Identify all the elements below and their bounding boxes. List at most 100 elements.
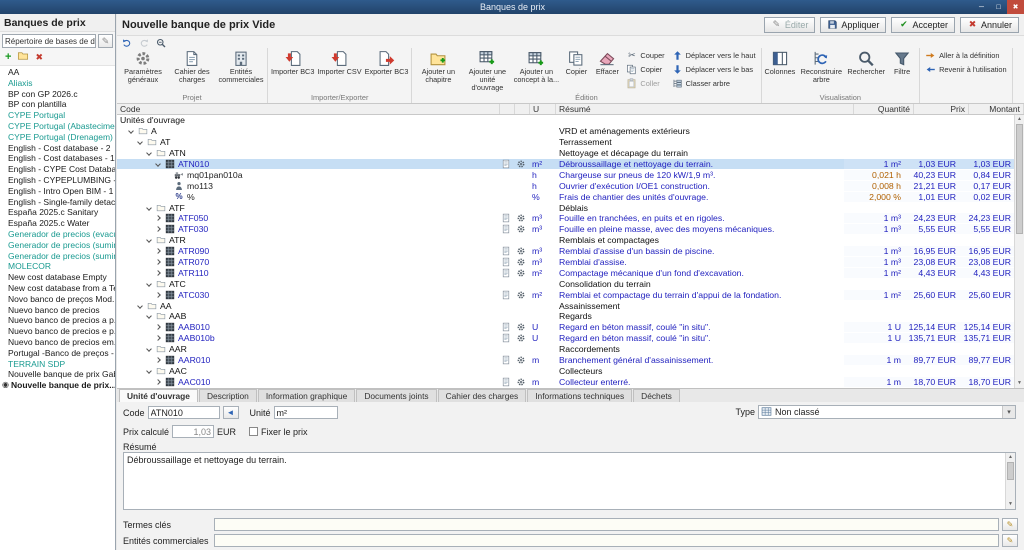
sidebar-item-new-cost-database-from-a-te[interactable]: New cost database from a Te... [0, 283, 115, 294]
table-row-aar010[interactable]: AAR010mBranchement général d'assainissem… [117, 355, 1014, 366]
expand-icon[interactable] [155, 292, 161, 298]
sidebar-item-molecor[interactable]: MOLECOR [0, 261, 115, 272]
unit-input[interactable] [274, 406, 338, 419]
table-scrollbar[interactable]: ▲ ▼ [1014, 115, 1024, 388]
table-row-atc[interactable]: ATCConsolidation du terrain [117, 278, 1014, 289]
type-select[interactable]: Non classé ▾ [758, 405, 1016, 419]
sidebar-item-generador-de-precios-sumin[interactable]: Generador de precios (sumin... [0, 240, 115, 251]
column-header-resume[interactable]: Résumé [556, 104, 854, 114]
edit-directory-button[interactable]: ✎ [98, 34, 113, 48]
column-header-spec[interactable] [500, 104, 515, 114]
calculated-price-input[interactable] [172, 425, 214, 438]
sidebar-item-bp-con-plantilla[interactable]: BP con plantilla [0, 99, 115, 110]
directory-select[interactable]: Répertoire de bases de d... ▾ [2, 34, 96, 48]
table-row-item[interactable]: %%%Frais de chantier des unités d'ouvrag… [117, 191, 1014, 202]
table-row-atn010[interactable]: ATN010m²Débroussaillage et nettoyage du … [117, 159, 1014, 170]
sidebar-item-nouvelle-banque-de-prix[interactable]: ◉Nouvelle banque de prix... [0, 380, 115, 391]
sidebar-item-cype-portugal[interactable]: CYPE Portugal [0, 110, 115, 121]
redo-button[interactable] [137, 37, 151, 48]
scroll-up-icon[interactable]: ▲ [1015, 115, 1024, 124]
delete-bank-button[interactable]: ✖ [35, 51, 43, 63]
tab-unite-d-ouvrage[interactable]: Unité d'ouvrage [119, 389, 198, 402]
collapse-icon[interactable] [146, 314, 152, 320]
sidebar-item-espana-2025-c-water[interactable]: España 2025.c Water [0, 218, 115, 229]
expand-icon[interactable] [155, 216, 161, 222]
ajouter-un-concept-a-la-button[interactable]: Ajouter un concept à la... [512, 48, 560, 92]
expand-icon[interactable] [155, 325, 161, 331]
minimize-icon[interactable]: ─ [973, 0, 990, 14]
classer-arbre-button[interactable]: Classer arbre [669, 77, 759, 90]
appliquer-button[interactable]: Appliquer [820, 17, 886, 33]
expand-icon[interactable] [155, 270, 161, 276]
sidebar-item-english-single-family-detac[interactable]: English - Single-family detac... [0, 197, 115, 208]
edit-entities-button[interactable]: ✎ [1002, 534, 1018, 547]
sidebar-item-english-cost-database-2[interactable]: English - Cost database - 2 [0, 143, 115, 154]
table-row-atf030[interactable]: ATF030m³Fouille en pleine masse, avec de… [117, 224, 1014, 235]
aller-a-la-definition-button[interactable]: Aller à la définition [922, 49, 1010, 62]
entites-commerciales-button[interactable]: Entités commerciales [217, 48, 265, 92]
table-row-aa[interactable]: AAAssainissement [117, 300, 1014, 311]
collapse-icon[interactable] [146, 205, 152, 211]
exporter-bc3-button[interactable]: Exporter BC3 [364, 48, 410, 92]
collapse-icon[interactable] [146, 281, 152, 287]
annuler-button[interactable]: ✖Annuler [960, 17, 1019, 33]
scroll-down-icon[interactable]: ▼ [1015, 379, 1024, 388]
scrollbar-thumb[interactable] [1007, 462, 1014, 480]
table-row-atr[interactable]: ATRRemblais et compactages [117, 235, 1014, 246]
tab-information-graphique[interactable]: Information graphique [258, 389, 355, 402]
tab-documents-joints[interactable]: Documents joints [356, 389, 436, 402]
scroll-down-icon[interactable]: ▼ [1006, 500, 1015, 509]
table-row-aab[interactable]: AABRegards [117, 311, 1014, 322]
sidebar-item-bp-con-gp-2026-c[interactable]: BP con GP 2026.c [0, 89, 115, 100]
table-row-atn[interactable]: ATNNettoyage et décapage du terrain [117, 148, 1014, 159]
chevron-down-icon[interactable]: ▾ [1002, 406, 1015, 418]
collapse-icon[interactable] [128, 128, 134, 134]
sidebar-item-nouvelle-banque-de-prix-gab[interactable]: Nouvelle banque de prix Gab... [0, 369, 115, 380]
scrollbar-thumb[interactable] [1016, 124, 1023, 234]
zoom-button[interactable] [154, 37, 168, 48]
table-row-atc030[interactable]: ATC030m²Remblai et compactage du terrain… [117, 289, 1014, 300]
table-row-atr070[interactable]: ATR070m³Remblai d'assise.1 m³23,08 EUR23… [117, 257, 1014, 268]
tab-dechets[interactable]: Déchets [633, 389, 680, 402]
importer-csv-button[interactable]: Importer CSV [316, 48, 362, 92]
deplacer-vers-le-bas-button[interactable]: Déplacer vers le bas [669, 63, 759, 76]
cahier-des-charges-button[interactable]: Cahier des charges [168, 48, 216, 92]
sidebar-item-english-intro-open-bim-1[interactable]: English - Intro Open BIM - 1 [0, 186, 115, 197]
sidebar-item-espana-2025-c-sanitary[interactable]: España 2025.c Sanitary [0, 207, 115, 218]
expand-icon[interactable] [155, 227, 161, 233]
summary-scrollbar[interactable]: ▲ ▼ [1005, 453, 1015, 509]
table-row-aac010[interactable]: AAC010mCollecteur enterré.1 m18,70 EUR18… [117, 376, 1014, 387]
sidebar-item-nuevo-banco-de-precios-e-p[interactable]: Nuevo banco de precios e p... [0, 326, 115, 337]
fix-price-checkbox[interactable] [249, 427, 258, 436]
sidebar-item-english-cype-cost-databas[interactable]: English - CYPE Cost Databas... [0, 164, 115, 175]
table-row-atf050[interactable]: ATF050m³Fouille en tranchées, en puits e… [117, 213, 1014, 224]
table-row-unites-d-ouvrage[interactable]: Unités d'ouvrage [117, 115, 1014, 126]
editer-button[interactable]: ✎Éditer [764, 17, 816, 33]
collapse-icon[interactable] [155, 161, 161, 167]
summary-textarea[interactable]: Débroussaillage et nettoyage du terrain. [124, 453, 1015, 509]
ajouter-une-unite-d-ouvrage-button[interactable]: Ajouter une unité d'ouvrage [463, 48, 511, 92]
sidebar-item-aa[interactable]: AA [0, 67, 115, 78]
couper-button[interactable]: ✂Couper [623, 49, 667, 62]
table-row-a[interactable]: AVRD et aménagements extérieurs [117, 126, 1014, 137]
sidebar-item-terrain-sdp[interactable]: TERRAIN SDP [0, 359, 115, 370]
parametres-generaux-button[interactable]: Paramètres généraux [119, 48, 167, 92]
code-input[interactable] [148, 406, 220, 419]
table-row-mq01pan010a[interactable]: mq01pan010ahChargeuse sur pneus de 120 k… [117, 169, 1014, 180]
collapse-icon[interactable] [146, 150, 152, 156]
keywords-input[interactable] [214, 518, 999, 531]
table-row-aar[interactable]: AARRaccordements [117, 344, 1014, 355]
sidebar-item-cype-portugal-abastecimen[interactable]: CYPE Portugal (Abastecimen... [0, 121, 115, 132]
deplacer-vers-le-haut-button[interactable]: Déplacer vers le haut [669, 49, 759, 62]
open-bank-button[interactable] [17, 50, 29, 65]
sidebar-item-novo-banco-de-precos-mod[interactable]: Novo banco de preços Mod... [0, 294, 115, 305]
sidebar-item-aliaxis[interactable]: Aliaxis [0, 78, 115, 89]
edit-keywords-button[interactable]: ✎ [1002, 518, 1018, 531]
column-header-code[interactable]: Code [117, 104, 500, 114]
column-header-tech[interactable] [515, 104, 530, 114]
table-row-atf[interactable]: ATFDéblais [117, 202, 1014, 213]
close-icon[interactable]: ✖ [1007, 0, 1024, 14]
reconstruire-arbre-button[interactable]: Reconstruire arbre [797, 48, 845, 92]
scrollbar-track[interactable] [1015, 234, 1024, 379]
colonnes-button[interactable]: Colonnes [764, 48, 797, 92]
